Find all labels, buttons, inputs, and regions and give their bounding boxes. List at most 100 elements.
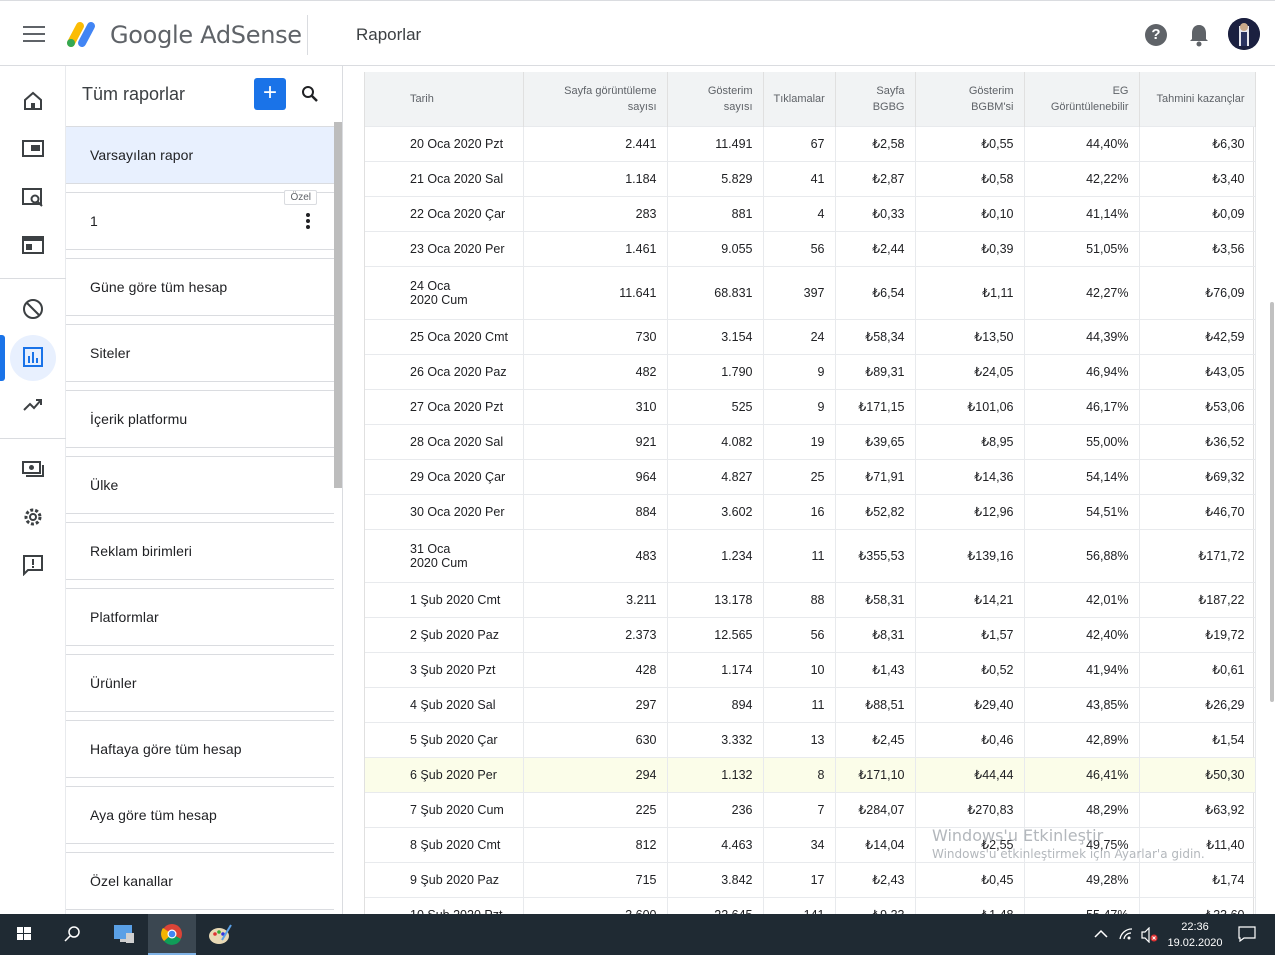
table-cell: 56 [763, 230, 836, 266]
table-cell: ₺39,65 [835, 423, 916, 459]
network-icon[interactable] [1118, 927, 1134, 941]
table-cell: ₺171,15 [835, 388, 916, 424]
table-row: 23 Oca 2020 Per 1.461 9.055 56 ₺2,44 ₺0,39 51,… [365, 230, 1256, 266]
rail-payments[interactable] [0, 446, 66, 494]
table-cell: 4 Şub 2020 Sal [365, 686, 524, 722]
taskbar-search[interactable] [48, 914, 96, 955]
notification-center-icon[interactable] [1238, 926, 1256, 942]
table-cell: 525 [667, 388, 764, 424]
table-cell: ₺0,58 [915, 160, 1025, 196]
site-review-icon [22, 188, 43, 207]
column-header[interactable]: Gösterim sayısı [667, 72, 764, 126]
table-cell: 3.211 [523, 581, 668, 617]
table-row: 30 Oca 2020 Per 884 3.602 16 ₺52,82 ₺12,96 54,… [365, 493, 1256, 529]
avatar[interactable] [1228, 18, 1260, 50]
taskbar-app-paint[interactable] [196, 914, 244, 955]
content-scrollbar[interactable] [1270, 302, 1274, 702]
watermark-subtitle: Windows'u etkinleştirmek için Ayarlar'a … [932, 847, 1205, 861]
rail-site-review[interactable] [0, 174, 66, 222]
table-cell: 24 [763, 318, 836, 354]
report-item[interactable]: Reklam birimleri [66, 522, 334, 580]
report-item[interactable]: İçerik platformu [66, 390, 334, 448]
table-cell: ₺355,53 [835, 528, 916, 582]
rail-feedback[interactable] [0, 542, 66, 590]
column-header-label: Sayfa [876, 84, 905, 97]
table-cell: 3 Şub 2020 Pzt [365, 651, 524, 687]
chevron-up-icon[interactable] [1094, 928, 1108, 940]
report-item[interactable]: Siteler [66, 324, 334, 382]
table-cell: 3.332 [667, 721, 764, 757]
reports-icon [23, 347, 43, 367]
windows-taskbar: 22:36 19.02.2020 [0, 914, 1275, 955]
rail-layout[interactable] [0, 222, 66, 270]
report-item[interactable]: Varsayılan rapor [66, 126, 334, 184]
taskbar-app-computer[interactable] [100, 914, 148, 955]
menu-icon[interactable] [23, 26, 45, 42]
report-list: Varsayılan rapor Özel 1 Güne göre tüm he… [66, 126, 334, 914]
column-header[interactable]: Tıklamalar [763, 72, 836, 126]
table-cell: 56 [763, 616, 836, 652]
rail-ads[interactable] [0, 126, 66, 174]
payments-icon [22, 461, 44, 477]
table-row: 24 Oca 2020 Cum 11.641 68.831 397 ₺6,54 ₺1,11… [365, 265, 1256, 319]
table-cell: 1.174 [667, 651, 764, 687]
report-item[interactable]: Aya göre tüm hesap [66, 786, 334, 844]
start-button[interactable] [0, 914, 48, 955]
table-cell: 225 [523, 791, 668, 827]
report-item[interactable]: Özel kanallar [66, 852, 334, 910]
rail-blocking[interactable] [0, 286, 66, 334]
table-cell: ₺8,31 [835, 616, 916, 652]
watermark-title: Windows'u Etkinleştir [932, 826, 1104, 845]
volume-muted-icon[interactable] [1140, 927, 1160, 943]
table-cell: 22.645 [667, 896, 764, 914]
table-cell: ₺71,91 [835, 458, 916, 494]
column-header[interactable]: Tarih [365, 72, 524, 126]
report-item[interactable]: Haftaya göre tüm hesap [66, 720, 334, 778]
rail-reports[interactable] [0, 334, 66, 382]
table-cell: 44,39% [1024, 318, 1140, 354]
divider [307, 15, 308, 55]
table-cell: ₺2,87 [835, 160, 916, 196]
nav-rail [0, 66, 66, 914]
table-cell: 42,89% [1024, 721, 1140, 757]
table-cell: ₺6,54 [835, 265, 916, 319]
table-cell: 46,17% [1024, 388, 1140, 424]
chrome-icon [161, 924, 182, 945]
system-clock[interactable]: 22:36 19.02.2020 [1167, 919, 1223, 951]
notifications-icon[interactable] [1188, 23, 1210, 47]
column-header[interactable]: Sayfa görüntüleme sayısı [523, 72, 668, 126]
column-header-label: Tahmini kazançlar [1156, 92, 1245, 105]
report-label: Ülke [90, 477, 119, 493]
rail-optimization[interactable] [0, 382, 66, 430]
rail-settings[interactable] [0, 494, 66, 542]
table-cell: 964 [523, 458, 668, 494]
report-item[interactable]: Özel 1 [66, 190, 334, 250]
table-cell: 3.602 [667, 493, 764, 529]
table-cell: 46,94% [1024, 353, 1140, 389]
column-header[interactable]: Sayfa BGBG [835, 72, 916, 126]
column-header-label: sayısı [627, 100, 657, 113]
column-header[interactable]: EG Görüntülenebilir [1024, 72, 1140, 126]
panel-scrollbar[interactable] [334, 122, 342, 488]
table-cell: 3.154 [667, 318, 764, 354]
taskbar-app-chrome[interactable] [148, 914, 196, 955]
report-item[interactable]: Platformlar [66, 588, 334, 646]
table-cell: ₺12,96 [915, 493, 1025, 529]
table-cell: ₺13,50 [915, 318, 1025, 354]
report-item[interactable]: Güne göre tüm hesap [66, 258, 334, 316]
add-report-button[interactable]: + [254, 78, 286, 110]
more-vert-icon[interactable] [306, 213, 310, 229]
column-header[interactable]: Gösterim BGBM'si [915, 72, 1025, 126]
table-cell: 56,88% [1024, 528, 1140, 582]
column-header[interactable]: Tahmini kazançlar [1139, 72, 1256, 126]
report-item[interactable]: Ürünler [66, 654, 334, 712]
report-item[interactable]: Ülke [66, 456, 334, 514]
rail-home[interactable] [0, 78, 66, 126]
table-cell: 29 Oca 2020 Çar [365, 458, 524, 494]
table-cell: 44,40% [1024, 125, 1140, 161]
search-icon[interactable] [300, 84, 320, 104]
page-title: Raporlar [356, 25, 422, 44]
table-row: 25 Oca 2020 Cmt 730 3.154 24 ₺58,34 ₺13,50 44,… [365, 318, 1256, 354]
table-cell: ₺0,39 [915, 230, 1025, 266]
help-icon[interactable]: ? [1145, 24, 1167, 46]
